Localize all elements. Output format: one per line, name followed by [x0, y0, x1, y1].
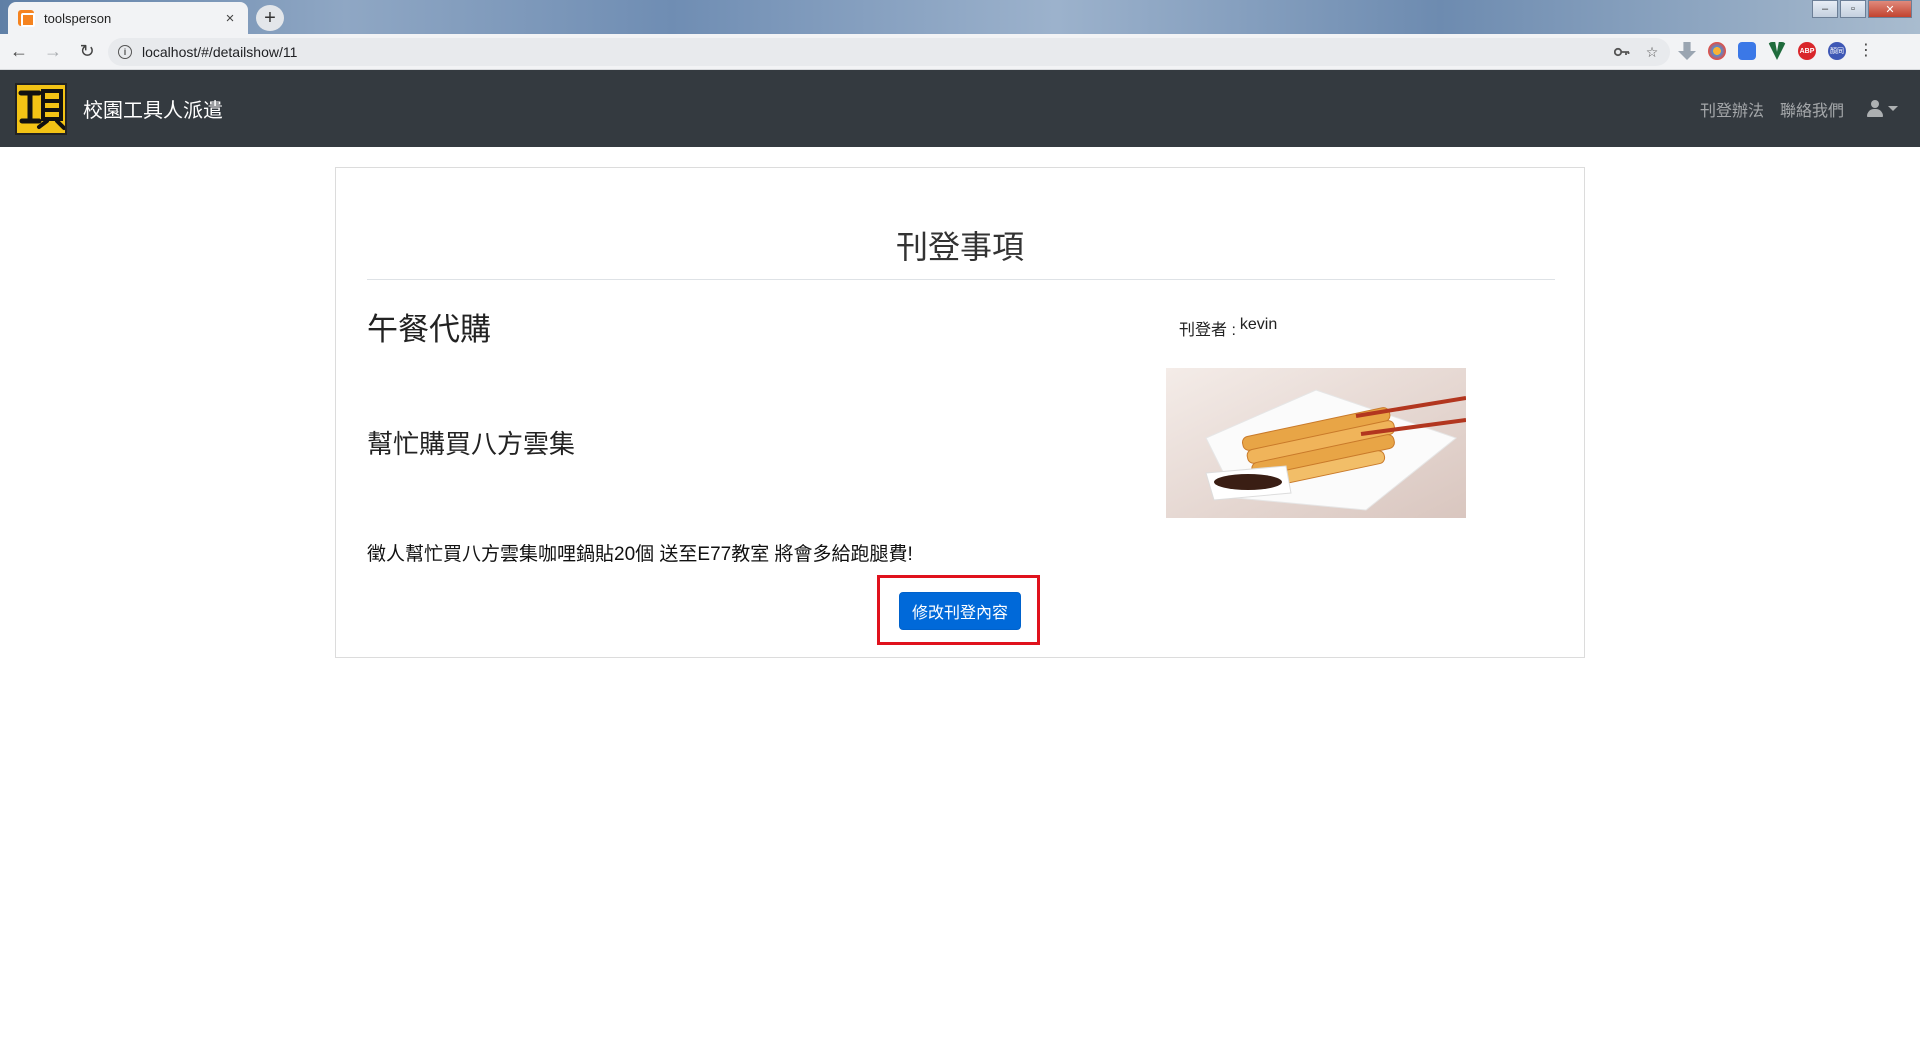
browser-menu-icon[interactable]: ⋮ [1858, 42, 1874, 60]
page-title: 刊登事項 [895, 229, 1024, 265]
post-description: 徵人幫忙買八方雲集咖哩鍋貼20個 送至E77教室 將會多給跑腿費! [367, 544, 913, 565]
brand-logo[interactable] [15, 82, 67, 135]
browser-toolbar: ← → ↻ i localhost/#/detailshow/11 ☆ ABP … [0, 34, 1920, 70]
author-name: kevin [1239, 316, 1278, 333]
key-icon[interactable] [1610, 44, 1634, 60]
translate-icon[interactable] [1738, 42, 1756, 60]
new-tab-button[interactable]: + [256, 5, 284, 31]
brand-title[interactable]: 校園工具人派遣 [83, 94, 223, 123]
xampp-favicon-icon [18, 10, 35, 27]
post-title: 午餐代購 [367, 312, 491, 347]
caret-down-icon [1888, 106, 1898, 111]
extensions-bar: ABP 顏同 ⋮ [1678, 42, 1874, 60]
user-menu-dropdown[interactable] [1866, 99, 1898, 118]
profile-avatar-icon[interactable]: 顏同 [1828, 42, 1846, 60]
author-info: 刊登者 : kevin [1179, 316, 1277, 340]
url-text[interactable]: localhost/#/detailshow/11 [142, 44, 1610, 60]
post-subtitle: 幫忙購買八方雲集 [367, 429, 576, 459]
site-info-icon[interactable]: i [118, 45, 132, 59]
reload-button[interactable]: ↻ [72, 37, 102, 67]
tab-close-icon[interactable]: × [222, 10, 238, 27]
back-button[interactable]: ← [4, 37, 34, 67]
user-icon [1866, 99, 1884, 118]
divider [367, 279, 1555, 280]
post-detail-card: 刊登事項 午餐代購 幫忙購買八方雲集 徵人幫忙買八方雲集咖哩鍋貼20個 送至E7… [335, 167, 1585, 658]
browser-tabstrip: toolsperson × + ‒ ▫ ✕ [0, 0, 1920, 34]
vue-devtools-icon[interactable] [1768, 42, 1786, 60]
post-image [1166, 368, 1466, 518]
chrome-extension-icon[interactable] [1708, 42, 1726, 60]
app-navbar: 校園工具人派遣 刊登辦法 聯絡我們 [0, 70, 1920, 147]
download-arrow-icon[interactable] [1678, 42, 1696, 60]
nav-right: 刊登辦法 聯絡我們 [1700, 70, 1898, 147]
nav-link-posting-rules[interactable]: 刊登辦法 [1700, 97, 1764, 121]
adblock-plus-icon[interactable]: ABP [1798, 42, 1816, 60]
nav-link-contact-us[interactable]: 聯絡我們 [1780, 97, 1844, 121]
tool-logo-icon [17, 84, 65, 133]
tab-title: toolsperson [44, 10, 112, 26]
edit-post-button[interactable]: 修改刊登內容 [899, 592, 1021, 630]
close-window-button[interactable]: ✕ [1868, 0, 1912, 18]
minimize-button[interactable]: ‒ [1812, 0, 1838, 18]
forward-button[interactable]: → [38, 37, 68, 67]
browser-tab[interactable]: toolsperson × [8, 2, 248, 34]
address-bar[interactable]: i localhost/#/detailshow/11 ☆ [108, 38, 1670, 66]
window-controls: ‒ ▫ ✕ [1812, 0, 1912, 18]
author-label: 刊登者 : [1179, 322, 1236, 339]
star-icon[interactable]: ☆ [1640, 44, 1664, 61]
maximize-button[interactable]: ▫ [1840, 0, 1866, 18]
